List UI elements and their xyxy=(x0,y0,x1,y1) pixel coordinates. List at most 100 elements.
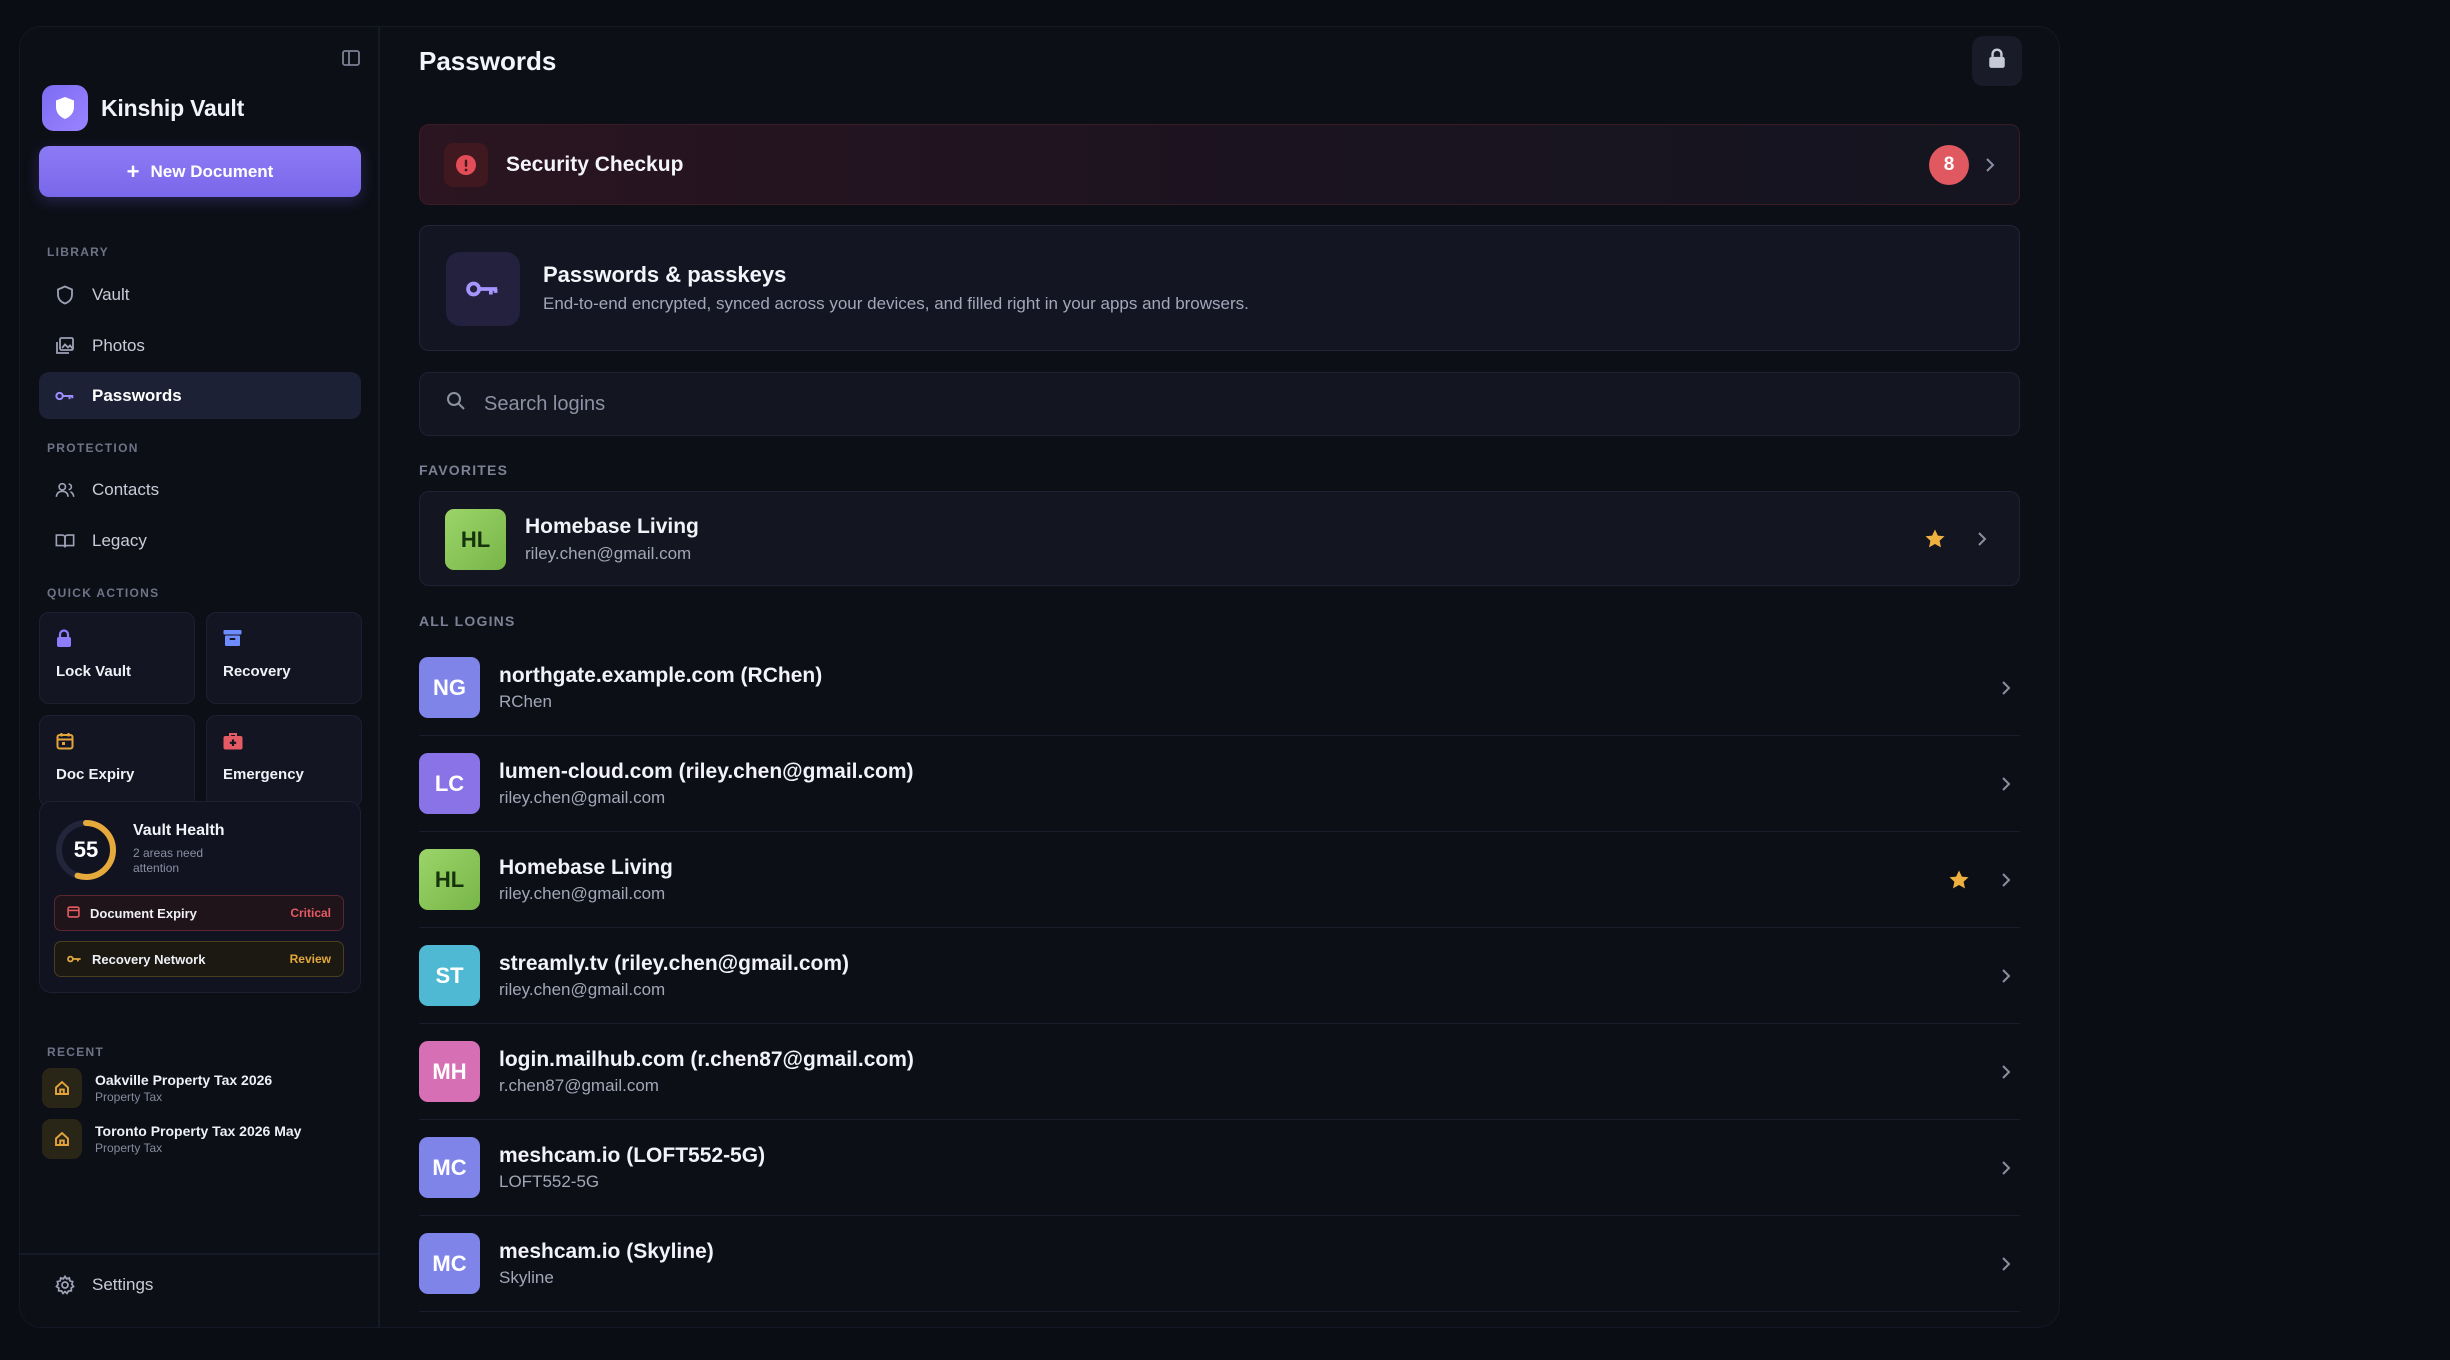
search-icon xyxy=(446,391,466,417)
login-row[interactable]: ST streamly.tv (riley.chen@gmail.com) rile… xyxy=(419,928,2020,1024)
health-item-label: Recovery Network xyxy=(92,951,206,967)
sidebar: Kinship Vault + New Document LIBRARY Vau… xyxy=(20,27,380,1327)
login-username: LOFT552-5G xyxy=(499,1172,600,1191)
avatar: LC xyxy=(419,753,480,814)
login-row[interactable]: MH login.mailhub.com (r.chen87@gmail.com)… xyxy=(419,1024,2020,1120)
key-icon xyxy=(446,252,520,326)
health-item-recovery-network[interactable]: Recovery Network Review xyxy=(54,941,344,977)
sidebar-footer-divider xyxy=(20,1253,378,1255)
login-row[interactable]: HL Homebase Living riley.chen@gmail.com xyxy=(419,832,2020,928)
recent-section-label: RECENT xyxy=(47,1045,105,1059)
sidebar-item-photos[interactable]: Photos xyxy=(39,322,361,369)
login-row[interactable]: NG northgate.example.com (RChen) RChen xyxy=(419,640,2020,736)
avatar: MC xyxy=(419,1233,480,1294)
avatar: MC xyxy=(419,1137,480,1198)
archive-icon xyxy=(223,627,245,649)
sidebar-item-passwords[interactable]: Passwords xyxy=(39,372,361,419)
sidebar-item-label: Photos xyxy=(92,335,145,355)
quick-actions-section-label: QUICK ACTIONS xyxy=(47,586,160,600)
recent-item[interactable]: Oakville Property Tax 2026 Property Tax xyxy=(42,1068,272,1108)
login-title: lumen-cloud.com (riley.chen@gmail.com) xyxy=(499,760,914,783)
status-badge: Critical xyxy=(290,906,331,920)
chevron-right-icon xyxy=(1975,528,1989,550)
login-username: RChen xyxy=(499,692,552,711)
gear-icon xyxy=(55,1275,75,1295)
lock-icon xyxy=(1988,48,2006,74)
avatar: ST xyxy=(419,945,480,1006)
sidebar-item-vault[interactable]: Vault xyxy=(39,271,361,318)
recent-item[interactable]: Toronto Property Tax 2026 May Property T… xyxy=(42,1119,301,1159)
brand[interactable]: Kinship Vault xyxy=(42,85,244,131)
login-row[interactable]: LC lumen-cloud.com (riley.chen@gmail.com)… xyxy=(419,736,2020,832)
library-section-label: LIBRARY xyxy=(47,245,109,259)
sidebar-item-label: Contacts xyxy=(92,479,160,499)
new-document-label: New Document xyxy=(150,161,274,181)
vault-health-subtitle: 2 areas need attention xyxy=(133,846,204,875)
photos-icon xyxy=(55,336,75,356)
login-username: r.chen87@gmail.com xyxy=(499,1076,659,1095)
login-title: Homebase Living xyxy=(499,856,673,879)
health-item-label: Document Expiry xyxy=(90,905,197,921)
contacts-icon xyxy=(55,480,75,500)
quick-action-doc-expiry[interactable]: Doc Expiry xyxy=(39,715,195,807)
login-row[interactable]: MC meshcam.io (LOFT552-5G) LOFT552-5G xyxy=(419,1120,2020,1216)
search-input[interactable]: Search logins xyxy=(419,372,2020,436)
lock-icon xyxy=(56,627,78,649)
login-title: meshcam.io (Skyline) xyxy=(499,1240,714,1263)
sidebar-item-label: Passwords xyxy=(92,385,182,405)
lock-button[interactable] xyxy=(1972,36,2022,86)
chevron-right-icon xyxy=(1969,157,1995,173)
chevron-right-icon xyxy=(1999,1061,2013,1083)
login-title: login.mailhub.com (r.chen87@gmail.com) xyxy=(499,1048,914,1071)
app-name: Kinship Vault xyxy=(101,94,245,121)
favorite-item[interactable]: HL Homebase Living riley.chen@gmail.com xyxy=(419,491,2020,586)
status-badge: Review xyxy=(289,952,331,966)
chevron-right-icon xyxy=(1999,773,2013,795)
recent-item-subtitle: Property Tax xyxy=(95,1090,163,1104)
health-item-document-expiry[interactable]: Document Expiry Critical xyxy=(54,895,344,931)
login-username: riley.chen@gmail.com xyxy=(499,788,666,807)
quick-action-label: Lock Vault xyxy=(56,663,132,680)
passwords-info-card: Passwords & passkeys End-to-end encrypte… xyxy=(419,225,2020,351)
vault-health-score: 55 xyxy=(73,837,99,862)
quick-action-emergency[interactable]: Emergency xyxy=(206,715,362,807)
quick-action-recovery[interactable]: Recovery xyxy=(206,612,362,704)
book-icon xyxy=(55,531,75,551)
login-title: streamly.tv (riley.chen@gmail.com) xyxy=(499,952,849,975)
sidebar-item-legacy[interactable]: Legacy xyxy=(39,517,361,564)
quick-action-lock-vault[interactable]: Lock Vault xyxy=(39,612,195,704)
all-logins-label: ALL LOGINS xyxy=(419,613,516,629)
search-placeholder: Search logins xyxy=(484,392,606,415)
avatar: NG xyxy=(419,657,480,718)
security-checkup-label: Security Checkup xyxy=(506,152,684,176)
sidebar-item-contacts[interactable]: Contacts xyxy=(39,466,361,513)
info-title: Passwords & passkeys xyxy=(543,262,787,287)
chevron-right-icon xyxy=(1999,965,2013,987)
star-icon[interactable] xyxy=(1947,868,1971,892)
plus-icon: + xyxy=(126,158,140,184)
key-icon xyxy=(55,386,75,406)
favorites-label: FAVORITES xyxy=(419,462,509,478)
security-checkup-banner[interactable]: Security Checkup 8 xyxy=(419,124,2020,205)
login-username: riley.chen@gmail.com xyxy=(525,544,692,563)
recent-item-title: Toronto Property Tax 2026 May xyxy=(95,1123,302,1139)
settings-button[interactable]: Settings xyxy=(39,1275,153,1295)
chevron-right-icon xyxy=(1999,869,2013,891)
home-icon xyxy=(42,1068,82,1108)
sidebar-toggle-icon[interactable] xyxy=(334,41,368,75)
new-document-button[interactable]: + New Document xyxy=(39,146,361,197)
avatar: MH xyxy=(419,1041,480,1102)
login-title: northgate.example.com (RChen) xyxy=(499,664,823,687)
sidebar-item-label: Vault xyxy=(92,284,130,304)
star-icon[interactable] xyxy=(1923,527,1947,551)
shield-logo-icon xyxy=(42,85,88,131)
recent-item-title: Oakville Property Tax 2026 xyxy=(95,1072,273,1088)
chevron-right-icon xyxy=(1999,677,2013,699)
chevron-right-icon xyxy=(1999,1253,2013,1275)
login-row[interactable]: MC meshcam.io (Skyline) Skyline xyxy=(419,1216,2020,1312)
security-issue-count-badge: 8 xyxy=(1929,144,1969,185)
settings-label: Settings xyxy=(92,1275,154,1294)
login-username: riley.chen@gmail.com xyxy=(499,980,666,999)
home-icon xyxy=(42,1119,82,1159)
alert-icon xyxy=(444,142,488,187)
